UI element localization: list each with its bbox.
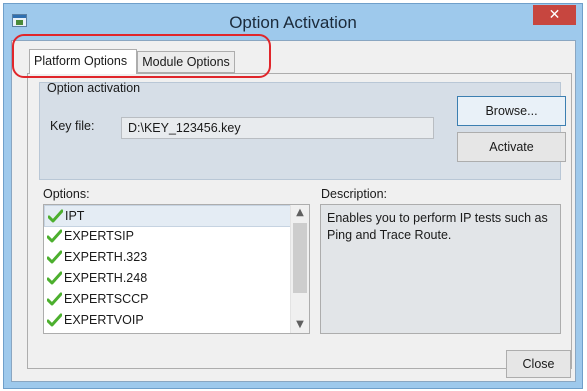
checkmark-icon (47, 250, 62, 264)
checkmark-icon (47, 292, 62, 306)
scroll-up-icon[interactable]: ▲ (291, 205, 309, 221)
option-item-label: EXPERTSIP (64, 229, 134, 243)
option-item-label: EXPERTH.248 (64, 271, 148, 285)
options-list-items: IPT EXPERTSIP EXPERTH.323 EXPERTH.248 EXPERT… (44, 205, 292, 333)
browse-button[interactable]: Browse... (457, 96, 566, 126)
window-close-button[interactable]: ✕ (533, 5, 576, 25)
window-title: Option Activation (229, 13, 357, 32)
option-item[interactable]: EXPERTH.248 (44, 268, 292, 289)
option-item-label: EXPERTVOIP (64, 313, 144, 327)
options-scrollbar[interactable]: ▲ ▼ (290, 205, 309, 333)
option-item[interactable]: EXPERTVOIP (44, 310, 292, 331)
scroll-down-icon[interactable]: ▼ (291, 317, 309, 333)
activate-button[interactable]: Activate (457, 132, 566, 162)
scroll-thumb[interactable] (293, 223, 307, 293)
option-item[interactable]: EXPERTH.323 (44, 247, 292, 268)
checkmark-icon (48, 209, 63, 223)
checkmark-icon (47, 313, 62, 327)
description-label: Description: (321, 187, 387, 201)
key-file-label: Key file: (50, 119, 95, 133)
option-item-label: EXPERTSCCP (64, 292, 149, 306)
checkmark-icon (47, 271, 62, 285)
description-box: Enables you to perform IP tests such as … (320, 204, 561, 334)
checkmark-icon (47, 229, 62, 243)
option-activation-group: Option activation Key file: D:\KEY_12345… (39, 81, 566, 180)
option-item[interactable]: EXPERTTIP (44, 331, 292, 333)
tabs-highlight-annotation (12, 34, 271, 78)
options-list[interactable]: IPT EXPERTSIP EXPERTH.323 EXPERTH.248 EXPERT… (43, 204, 310, 334)
group-title: Option activation (47, 81, 141, 95)
tab-panel: Option activation Key file: D:\KEY_12345… (27, 73, 572, 369)
option-item[interactable]: EXPERTSIP (44, 226, 292, 247)
key-file-field[interactable]: D:\KEY_123456.key (121, 117, 434, 139)
option-item-label: EXPERTH.323 (64, 250, 148, 264)
option-item[interactable]: EXPERTSCCP (44, 289, 292, 310)
dialog-client-area: Platform Options Module Options Option a… (11, 40, 576, 382)
option-item[interactable]: IPT (44, 205, 291, 227)
option-item-label: IPT (65, 209, 85, 223)
options-label: Options: (43, 187, 90, 201)
close-button[interactable]: Close (506, 350, 571, 378)
